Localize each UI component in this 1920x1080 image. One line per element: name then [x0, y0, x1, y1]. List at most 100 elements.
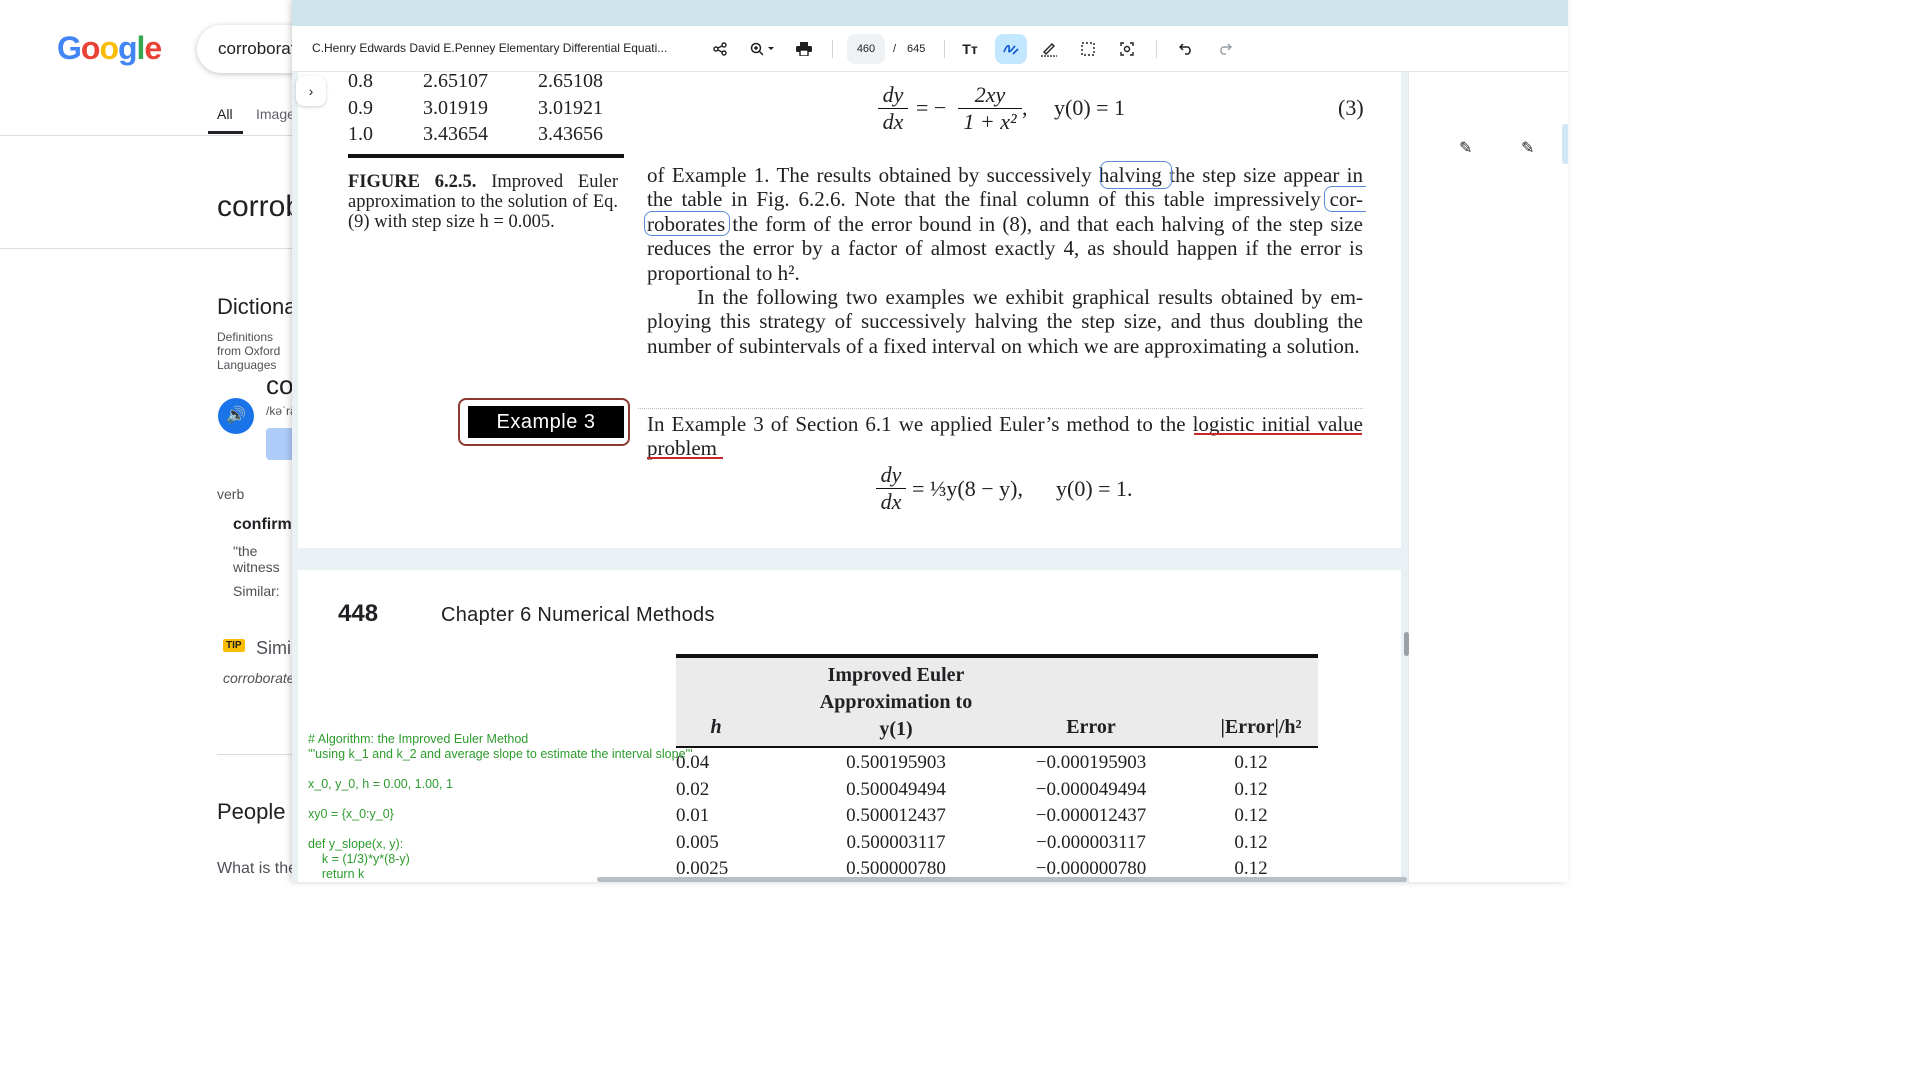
pdf-toolbar: C.Henry Edwards David E.Penney Elementar… [292, 26, 1568, 72]
eq-comma: , [1022, 95, 1028, 120]
divider [0, 135, 300, 136]
equation-logistic: dy dx = ⅓y(8 − y), y(0) = 1. [876, 462, 1326, 522]
example-quote: "the witness [233, 543, 280, 575]
circle-annotation[interactable] [644, 211, 730, 236]
table-cell: 0.500195903 [846, 752, 946, 773]
circle-annotation[interactable] [1324, 186, 1366, 212]
table-rule [348, 154, 624, 158]
share-icon[interactable] [706, 34, 734, 64]
eq-denominator: dx [882, 109, 904, 134]
table-cell: 1.0 [348, 123, 373, 145]
eq-denominator: 1 + x² [963, 109, 1017, 134]
google-logo[interactable]: Google [57, 30, 162, 67]
paragraph: of Example 1. The results obtained by su… [647, 163, 1363, 358]
highlighter-icon[interactable] [995, 34, 1027, 64]
expand-sidebar-button[interactable]: › [296, 76, 326, 106]
pen-icon[interactable]: ✎ [1521, 138, 1534, 158]
toolbar-divider [944, 40, 945, 58]
side-tab[interactable] [1562, 124, 1568, 164]
table-cell: 2.65108 [538, 72, 603, 92]
undo-icon[interactable] [1172, 34, 1200, 64]
paragraph: In the following two examples we exhibit… [647, 285, 1363, 358]
page-number-input[interactable]: 460 [847, 34, 885, 64]
table-cell: 2.65107 [423, 72, 488, 92]
error-table: h Improved Euler Approximation to y(1) E… [676, 654, 1318, 882]
equation-3: dy dx = − 2xy 1 + x² , y(0) = 1 (3) [878, 80, 1401, 140]
horizontal-scrollbar[interactable] [597, 877, 1407, 882]
eq-numerator: dy [876, 462, 906, 489]
toolbar-divider [1156, 40, 1157, 58]
chapter-heading: Chapter 6 Numerical Methods [441, 604, 715, 626]
dictionary-source: Definitions from Oxford Languages [217, 330, 281, 372]
viewer-top-strip [292, 0, 1568, 26]
tip-word: corroborate [223, 670, 295, 686]
pdf-page-460: 0.8 2.65107 2.65108 0.9 3.01919 3.01921 … [298, 72, 1401, 548]
column-header: h [710, 716, 722, 738]
eq-number: (3) [1338, 95, 1364, 120]
speaker-icon[interactable]: 🔊 [218, 398, 254, 434]
table-cell: −0.000195903 [1035, 752, 1147, 773]
toolbar-divider [832, 40, 833, 58]
figure-label: FIGURE 6.2.5. [348, 172, 477, 192]
part-of-speech: verb [217, 486, 245, 502]
example-3-label: Example 3 [468, 406, 624, 438]
similar-label: Similar: [233, 583, 280, 599]
column-header: Error [1066, 716, 1116, 738]
eq-rhs: = ⅓y(8 − y), [912, 476, 1023, 501]
red-underline[interactable] [647, 457, 723, 459]
divider [217, 754, 300, 755]
tab-all[interactable]: All [217, 106, 233, 122]
text-run: of Example 1. The results obtained by su… [647, 163, 1099, 187]
table-cell: 0.500049494 [846, 778, 946, 800]
eq-operator: = − [916, 95, 947, 120]
table-rule [676, 746, 1318, 748]
table-cell: 0.8 [348, 72, 373, 92]
divider [0, 248, 300, 249]
code-overlay: # Algorithm: the Improved Euler Method '… [308, 732, 693, 881]
circle-annotation[interactable] [1100, 161, 1172, 189]
page-number: 448 [338, 600, 379, 627]
select-icon[interactable] [1074, 34, 1102, 64]
page-separator: / [893, 43, 897, 55]
table-cell: 0.12 [1234, 778, 1268, 800]
eq-numerator: dy [878, 82, 908, 109]
table-cell: 0.12 [1234, 752, 1268, 773]
pen-icon[interactable]: ✎ [1459, 138, 1472, 158]
paragraph: In Example 3 of Section 6.1 we applied E… [647, 412, 1363, 461]
vertical-scrollbar[interactable] [1404, 632, 1409, 656]
definition: confirm [233, 516, 292, 533]
redo-icon[interactable] [1211, 34, 1239, 64]
table-cell: 0.9 [348, 97, 373, 119]
dotted-rule [638, 408, 1363, 409]
column-header: |Error|/h² [1220, 716, 1302, 738]
eq-initial-condition: y(0) = 1. [1056, 476, 1133, 501]
draw-icon[interactable] [1035, 34, 1063, 64]
table-cell: −0.000012437 [1035, 805, 1147, 827]
pdf-viewer: C.Henry Edwards David E.Penney Elementar… [292, 0, 1568, 882]
table-cell: −0.000003117 [1036, 831, 1146, 853]
table-cell: 3.43654 [423, 123, 488, 145]
tip-badge: TIP [223, 639, 245, 652]
table-cell: 3.43656 [538, 123, 603, 145]
total-pages: 645 [907, 43, 926, 55]
active-tab-indicator [208, 131, 243, 134]
print-icon[interactable] [790, 34, 818, 64]
eq-initial-condition: y(0) = 1 [1054, 95, 1126, 120]
people-question[interactable]: What is the [217, 860, 297, 878]
eq-denominator: dx [880, 489, 902, 514]
column-header: Improved Euler Approximation to y(1) [819, 664, 973, 740]
google-results-page: Google corroborate All Images corroborat… [0, 0, 370, 882]
pdf-page-448: 448 Chapter 6 Numerical Methods h Improv… [298, 570, 1401, 882]
text-icon[interactable]: Tт [956, 34, 984, 64]
table-cell: 3.01919 [423, 97, 488, 119]
annotation-side-panel: ✎ ✎ [1408, 72, 1568, 882]
table-cell: 3.01921 [538, 97, 603, 119]
red-underline[interactable] [1194, 433, 1362, 435]
zoom-in-icon[interactable] [743, 34, 783, 64]
pronunciation-icon[interactable] [266, 428, 294, 460]
document-title: C.Henry Edwards David E.Penney Elementar… [312, 41, 668, 55]
people-also-ask-heading: People [217, 799, 286, 824]
scan-icon[interactable] [1113, 34, 1141, 64]
table-cell: 0.12 [1234, 831, 1268, 853]
table-cell: 0.12 [1234, 805, 1268, 827]
